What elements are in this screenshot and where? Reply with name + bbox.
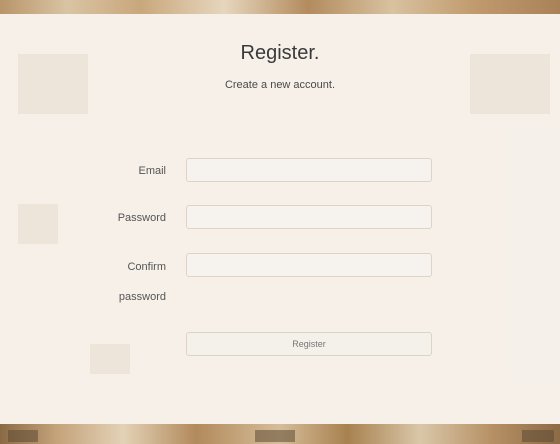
password-label: Password [117, 212, 166, 224]
page-title: Register. [240, 42, 320, 64]
register-button[interactable]: Register [186, 332, 432, 356]
background-thumbnail [8, 430, 38, 442]
confirm-password-field[interactable] [186, 253, 432, 277]
wood-background-top [0, 0, 560, 14]
background-ghost-block [90, 344, 130, 374]
page-subtitle: Create a new account. [224, 79, 336, 91]
password-field[interactable] [186, 205, 432, 229]
background-ghost-block [18, 204, 58, 244]
email-field[interactable] [186, 158, 432, 182]
background-thumbnail [255, 430, 295, 442]
email-label: Email [138, 165, 166, 177]
background-thumbnail [522, 430, 554, 442]
confirm-password-label-line1: Confirm [127, 261, 166, 273]
confirm-password-label-line2: password [118, 291, 166, 303]
